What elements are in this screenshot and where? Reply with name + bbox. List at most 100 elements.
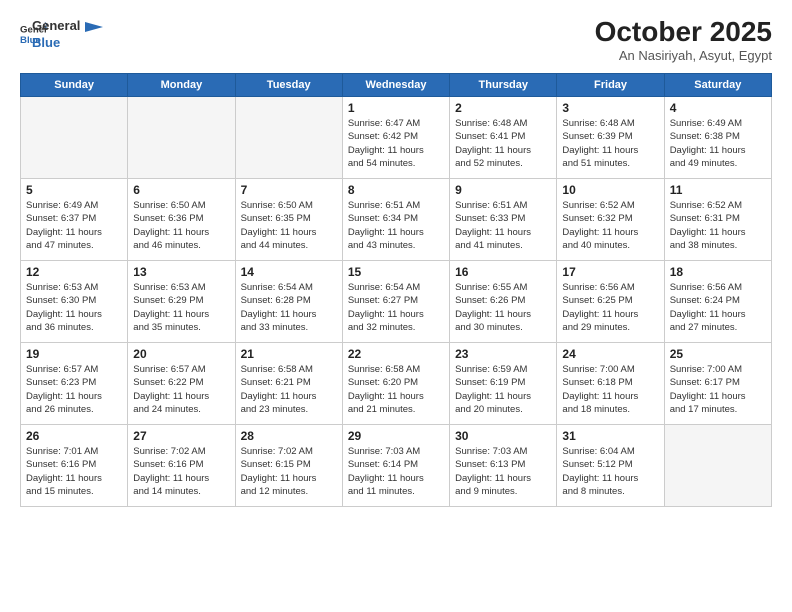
day-number: 12: [26, 265, 122, 279]
calendar-cell: [128, 97, 235, 179]
calendar-cell: 26 Sunrise: 7:01 AM Sunset: 6:16 PM Dayli…: [21, 425, 128, 507]
day-number: 7: [241, 183, 337, 197]
day-number: 5: [26, 183, 122, 197]
calendar-cell: 22 Sunrise: 6:58 AM Sunset: 6:20 PM Dayli…: [342, 343, 449, 425]
calendar-week-1: 1Sunrise: 6:47 AM Sunset: 6:42 PM Daylig…: [21, 97, 772, 179]
calendar-table: Sunday Monday Tuesday Wednesday Thursday…: [20, 73, 772, 507]
calendar-week-5: 26 Sunrise: 7:01 AM Sunset: 6:16 PM Dayli…: [21, 425, 772, 507]
col-saturday: Saturday: [664, 74, 771, 97]
day-info: Sunrise: 6:51 AM Sunset: 6:34 PM Dayligh…: [348, 199, 444, 252]
calendar-cell: [21, 97, 128, 179]
calendar-cell: 23 Sunrise: 6:59 AM Sunset: 6:19 PM Dayli…: [450, 343, 557, 425]
calendar-cell: 4Sunrise: 6:49 AM Sunset: 6:38 PM Daylig…: [664, 97, 771, 179]
col-sunday: Sunday: [21, 74, 128, 97]
calendar-cell: 3Sunrise: 6:48 AM Sunset: 6:39 PM Daylig…: [557, 97, 664, 179]
day-info: Sunrise: 6:04 AM Sunset: 5:12 PM Dayligh…: [562, 445, 658, 498]
day-info: Sunrise: 7:00 AM Sunset: 6:18 PM Dayligh…: [562, 363, 658, 416]
calendar-cell: 9 Sunrise: 6:51 AM Sunset: 6:33 PM Daylig…: [450, 179, 557, 261]
day-info: Sunrise: 6:49 AM Sunset: 6:37 PM Dayligh…: [26, 199, 122, 252]
day-info: Sunrise: 6:58 AM Sunset: 6:21 PM Dayligh…: [241, 363, 337, 416]
day-number: 6: [133, 183, 229, 197]
day-number: 30: [455, 429, 551, 443]
day-number: 27: [133, 429, 229, 443]
day-number: 21: [241, 347, 337, 361]
calendar-cell: 13 Sunrise: 6:53 AM Sunset: 6:29 PM Dayli…: [128, 261, 235, 343]
calendar-cell: [235, 97, 342, 179]
day-number: 19: [26, 347, 122, 361]
calendar-cell: 8 Sunrise: 6:51 AM Sunset: 6:34 PM Daylig…: [342, 179, 449, 261]
page: General Blue General Blue October 2025 A…: [0, 0, 792, 612]
calendar-week-2: 5 Sunrise: 6:49 AM Sunset: 6:37 PM Daylig…: [21, 179, 772, 261]
calendar-cell: 16 Sunrise: 6:55 AM Sunset: 6:26 PM Dayli…: [450, 261, 557, 343]
logo-general: General: [32, 18, 103, 35]
day-info: Sunrise: 6:55 AM Sunset: 6:26 PM Dayligh…: [455, 281, 551, 334]
day-info: Sunrise: 6:52 AM Sunset: 6:32 PM Dayligh…: [562, 199, 658, 252]
calendar-cell: 17 Sunrise: 6:56 AM Sunset: 6:25 PM Dayli…: [557, 261, 664, 343]
logo: General Blue General Blue: [20, 16, 103, 52]
day-info: Sunrise: 7:02 AM Sunset: 6:16 PM Dayligh…: [133, 445, 229, 498]
day-info: Sunrise: 6:59 AM Sunset: 6:19 PM Dayligh…: [455, 363, 551, 416]
day-info: Sunrise: 6:54 AM Sunset: 6:28 PM Dayligh…: [241, 281, 337, 334]
day-number: 11: [670, 183, 766, 197]
calendar-cell: 18 Sunrise: 6:56 AM Sunset: 6:24 PM Dayli…: [664, 261, 771, 343]
calendar-cell: 7Sunrise: 6:50 AM Sunset: 6:35 PM Daylig…: [235, 179, 342, 261]
day-info: Sunrise: 7:02 AM Sunset: 6:15 PM Dayligh…: [241, 445, 337, 498]
calendar-cell: 1Sunrise: 6:47 AM Sunset: 6:42 PM Daylig…: [342, 97, 449, 179]
day-number: 15: [348, 265, 444, 279]
day-number: 29: [348, 429, 444, 443]
day-number: 24: [562, 347, 658, 361]
day-number: 8: [348, 183, 444, 197]
day-number: 20: [133, 347, 229, 361]
day-info: Sunrise: 6:51 AM Sunset: 6:33 PM Dayligh…: [455, 199, 551, 252]
calendar-week-3: 12 Sunrise: 6:53 AM Sunset: 6:30 PM Dayli…: [21, 261, 772, 343]
day-info: Sunrise: 6:58 AM Sunset: 6:20 PM Dayligh…: [348, 363, 444, 416]
day-info: Sunrise: 6:53 AM Sunset: 6:30 PM Dayligh…: [26, 281, 122, 334]
month-title: October 2025: [595, 16, 772, 48]
day-info: Sunrise: 6:50 AM Sunset: 6:36 PM Dayligh…: [133, 199, 229, 252]
calendar-cell: 5 Sunrise: 6:49 AM Sunset: 6:37 PM Daylig…: [21, 179, 128, 261]
calendar-cell: 20 Sunrise: 6:57 AM Sunset: 6:22 PM Dayli…: [128, 343, 235, 425]
day-info: Sunrise: 6:56 AM Sunset: 6:25 PM Dayligh…: [562, 281, 658, 334]
day-number: 17: [562, 265, 658, 279]
day-number: 25: [670, 347, 766, 361]
day-number: 3: [562, 101, 658, 115]
calendar-cell: 27 Sunrise: 7:02 AM Sunset: 6:16 PM Dayli…: [128, 425, 235, 507]
day-info: Sunrise: 7:00 AM Sunset: 6:17 PM Dayligh…: [670, 363, 766, 416]
day-number: 4: [670, 101, 766, 115]
day-number: 23: [455, 347, 551, 361]
day-number: 1: [348, 101, 444, 115]
day-info: Sunrise: 6:57 AM Sunset: 6:22 PM Dayligh…: [133, 363, 229, 416]
calendar-cell: 31Sunrise: 6:04 AM Sunset: 5:12 PM Dayli…: [557, 425, 664, 507]
day-info: Sunrise: 6:54 AM Sunset: 6:27 PM Dayligh…: [348, 281, 444, 334]
day-info: Sunrise: 6:56 AM Sunset: 6:24 PM Dayligh…: [670, 281, 766, 334]
day-number: 22: [348, 347, 444, 361]
col-thursday: Thursday: [450, 74, 557, 97]
day-number: 18: [670, 265, 766, 279]
day-number: 13: [133, 265, 229, 279]
col-monday: Monday: [128, 74, 235, 97]
col-tuesday: Tuesday: [235, 74, 342, 97]
day-number: 16: [455, 265, 551, 279]
calendar-cell: 29 Sunrise: 7:03 AM Sunset: 6:14 PM Dayli…: [342, 425, 449, 507]
calendar-cell: 21 Sunrise: 6:58 AM Sunset: 6:21 PM Dayli…: [235, 343, 342, 425]
day-number: 26: [26, 429, 122, 443]
calendar-cell: 25 Sunrise: 7:00 AM Sunset: 6:17 PM Dayli…: [664, 343, 771, 425]
calendar-cell: 11Sunrise: 6:52 AM Sunset: 6:31 PM Dayli…: [664, 179, 771, 261]
logo-arrow: [85, 22, 103, 32]
day-number: 9: [455, 183, 551, 197]
calendar-cell: 10Sunrise: 6:52 AM Sunset: 6:32 PM Dayli…: [557, 179, 664, 261]
calendar-cell: 19Sunrise: 6:57 AM Sunset: 6:23 PM Dayli…: [21, 343, 128, 425]
col-wednesday: Wednesday: [342, 74, 449, 97]
calendar-cell: 14 Sunrise: 6:54 AM Sunset: 6:28 PM Dayli…: [235, 261, 342, 343]
calendar-header-row: Sunday Monday Tuesday Wednesday Thursday…: [21, 74, 772, 97]
day-info: Sunrise: 7:03 AM Sunset: 6:14 PM Dayligh…: [348, 445, 444, 498]
day-number: 14: [241, 265, 337, 279]
calendar-cell: 6 Sunrise: 6:50 AM Sunset: 6:36 PM Daylig…: [128, 179, 235, 261]
day-info: Sunrise: 6:53 AM Sunset: 6:29 PM Dayligh…: [133, 281, 229, 334]
calendar-cell: 15 Sunrise: 6:54 AM Sunset: 6:27 PM Dayli…: [342, 261, 449, 343]
calendar-cell: 28Sunrise: 7:02 AM Sunset: 6:15 PM Dayli…: [235, 425, 342, 507]
day-number: 2: [455, 101, 551, 115]
day-info: Sunrise: 6:48 AM Sunset: 6:41 PM Dayligh…: [455, 117, 551, 170]
calendar-cell: [664, 425, 771, 507]
day-info: Sunrise: 7:01 AM Sunset: 6:16 PM Dayligh…: [26, 445, 122, 498]
